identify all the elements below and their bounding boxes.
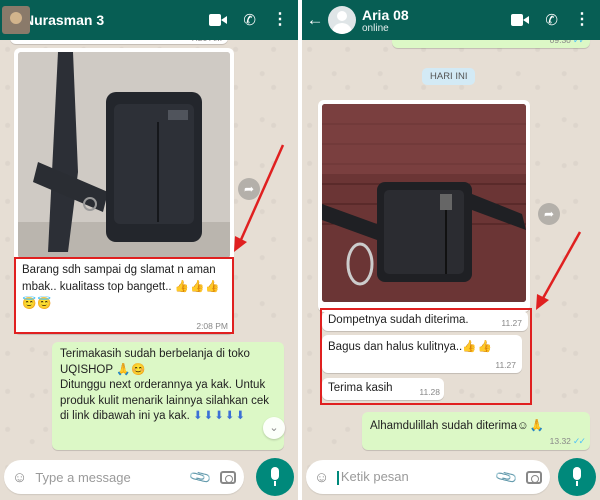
chat-header: ← Aria 08 online ✆ ⋮ <box>302 0 600 40</box>
contact-avatar[interactable] <box>2 6 30 34</box>
bag-illustration <box>18 52 230 258</box>
emoji-icon[interactable]: ☺ <box>314 469 329 486</box>
reply-message: Alhamdulillah sudah diterima☺🙏 13.32 ✓✓ <box>362 412 590 450</box>
date-chip: HARI INI <box>422 68 476 85</box>
attach-icon[interactable]: 📎 <box>188 464 213 490</box>
chat-screen-left: ← Nurasman 3 ✆ ⋮ 7:20 AM <box>0 0 298 500</box>
phone-icon[interactable]: ✆ <box>243 11 256 29</box>
product-photo-wallet[interactable] <box>322 104 526 302</box>
reply-emoji-1: 🙏😊 <box>116 363 147 376</box>
highlight-box <box>320 308 532 405</box>
message-composer[interactable]: ☺ Type a message 📎 <box>4 460 244 494</box>
chat-header: ← Nurasman 3 ✆ ⋮ <box>0 0 298 40</box>
mic-button[interactable] <box>558 458 596 496</box>
highlight-arrow <box>234 144 285 252</box>
video-call-icon[interactable] <box>511 14 530 26</box>
message-text: Alhamdulillah sudah diterima☺🙏 <box>370 420 546 432</box>
reply-line-1: Terimakasih sudah berbelanja di toko UQI… <box>60 348 250 376</box>
product-photo-bag[interactable] <box>18 52 230 258</box>
reply-emoji: ☺🙏 <box>517 420 546 432</box>
contact-status: online <box>362 22 389 34</box>
camera-icon[interactable] <box>220 470 236 484</box>
contact-name[interactable]: Aria 08 <box>362 7 511 23</box>
back-arrow-icon[interactable]: ← <box>304 10 326 30</box>
attach-icon[interactable]: 📎 <box>494 464 519 490</box>
highlight-arrow <box>536 231 582 310</box>
wallet-illustration <box>322 104 526 302</box>
scroll-down-icon[interactable]: ⌄ <box>263 417 285 439</box>
mic-button[interactable] <box>256 458 294 496</box>
highlight-box <box>14 257 234 334</box>
forward-icon[interactable]: ➦ <box>238 178 260 200</box>
read-receipt-icon: ✓✓ <box>572 436 586 446</box>
more-vert-icon[interactable]: ⋮ <box>574 12 590 28</box>
emoji-icon[interactable]: ☺ <box>12 469 27 486</box>
reply-message: Terimakasih sudah berbelanja di toko UQI… <box>52 342 284 450</box>
contact-name[interactable]: Nurasman 3 <box>24 12 209 28</box>
photo-message[interactable] <box>318 100 530 312</box>
message-input[interactable]: Type a message <box>35 470 191 485</box>
message-composer[interactable]: ☺ Ketik pesan 📎 <box>306 460 550 494</box>
phone-icon[interactable]: ✆ <box>545 11 558 29</box>
video-call-icon[interactable] <box>209 14 228 26</box>
contact-avatar[interactable] <box>328 6 356 34</box>
camera-icon[interactable] <box>526 470 542 484</box>
text-caret <box>337 470 339 485</box>
message-time: 13.32 ✓✓ <box>549 436 586 446</box>
message-input[interactable]: Ketik pesan <box>337 469 497 485</box>
forward-icon[interactable]: ➦ <box>538 203 560 225</box>
more-vert-icon[interactable]: ⋮ <box>272 12 288 28</box>
reply-emoji-2: ⬇⬇⬇⬇⬇ <box>192 410 247 422</box>
chat-screen-right: ← Aria 08 online ✆ ⋮ 09.30 ✓✓ HARI INI ➦… <box>302 0 600 500</box>
